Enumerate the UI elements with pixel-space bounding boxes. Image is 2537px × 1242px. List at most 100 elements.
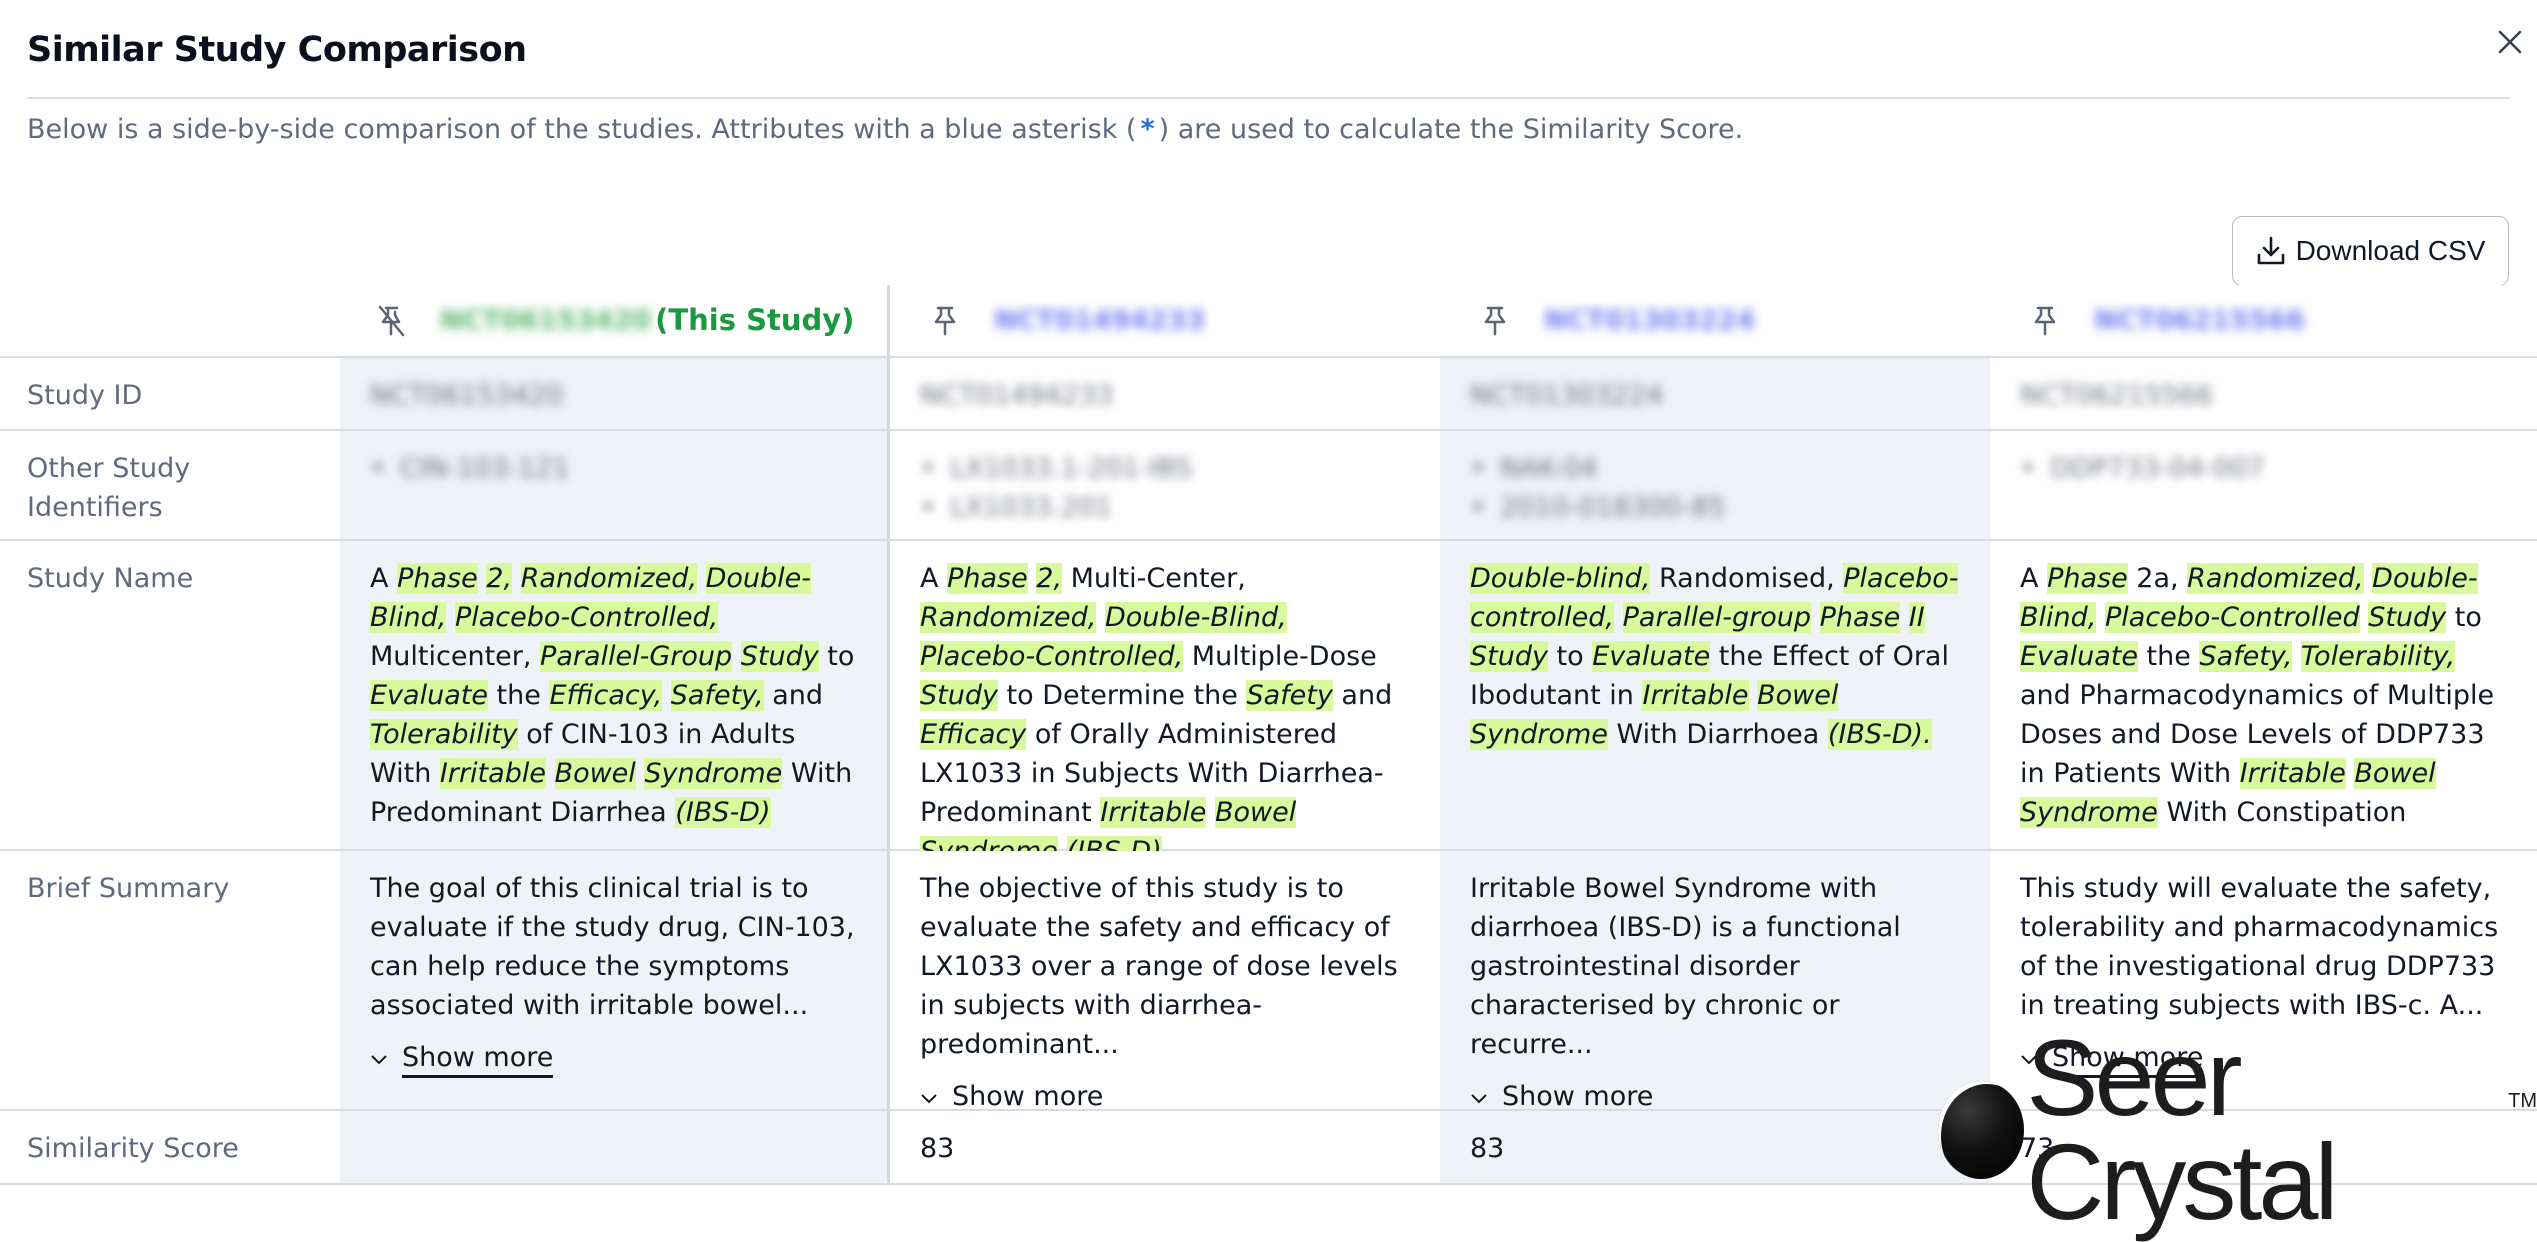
table-row-brief-summary: Brief Summary The goal of this clinical … bbox=[0, 851, 2537, 1117]
column-study-link[interactable]: NCT06153420 bbox=[440, 301, 651, 340]
other-ids-cell: DDP733-04-007 bbox=[1990, 431, 2537, 539]
matched-keyword: Phase bbox=[1819, 602, 1901, 633]
chevron-down-icon bbox=[371, 1054, 387, 1064]
subtitle-text-before: Below is a side-by-side comparison of th… bbox=[27, 114, 1137, 145]
study-id-cell: NCT01494233 bbox=[890, 358, 1440, 429]
text-segment bbox=[512, 563, 521, 594]
brief-summary-text: The objective of this study is to evalua… bbox=[920, 873, 1398, 1060]
download-csv-button[interactable]: Download CSV bbox=[2232, 216, 2509, 286]
text-segment bbox=[2360, 602, 2369, 633]
text-segment: A bbox=[370, 563, 398, 594]
text-segment bbox=[662, 680, 671, 711]
matched-keyword: Irritable bbox=[1100, 797, 1207, 828]
study-name-cell: A Phase 2, Multi-Center, Randomized, Dou… bbox=[890, 541, 1440, 867]
text-segment: to bbox=[818, 641, 855, 672]
text-segment bbox=[2364, 563, 2373, 594]
download-csv-label: Download CSV bbox=[2295, 235, 2486, 266]
study-name-cell: A Phase 2, Randomized, Double-Blind, Pla… bbox=[340, 541, 890, 849]
text-segment: Multicenter, bbox=[370, 641, 541, 672]
matched-keyword: Study bbox=[1470, 641, 1548, 672]
text-segment: Multiple-Dose bbox=[1183, 641, 1377, 672]
text-segment: to bbox=[2446, 602, 2482, 633]
pin-icon[interactable] bbox=[1480, 304, 1510, 338]
text-segment bbox=[446, 602, 455, 633]
text-segment: A bbox=[920, 563, 948, 594]
pin-icon[interactable] bbox=[930, 304, 960, 338]
other-id-item: DDP733-04-007 bbox=[2020, 449, 2507, 488]
other-ids-cell: LX1033.1-201-IBSLX1033.201 bbox=[890, 431, 1440, 539]
text-segment bbox=[1096, 602, 1105, 633]
column-header: NCT06215566 bbox=[1990, 285, 2537, 356]
other-id-item: CIN-103-121 bbox=[370, 449, 857, 488]
brief-summary-cell: This study will evaluate the safety, tol… bbox=[1990, 851, 2537, 1109]
column-header-this-study: NCT06153420 (This Study) bbox=[340, 285, 890, 356]
brief-summary-cell: Irritable Bowel Syndrome with diarrhoea … bbox=[1440, 851, 1990, 1117]
matched-keyword: Placebo-Controlled, bbox=[454, 602, 719, 633]
study-name-cell: A Phase 2a, Randomized, Double-Blind, Pl… bbox=[1990, 541, 2537, 849]
text-segment bbox=[1028, 563, 1037, 594]
text-segment bbox=[1749, 680, 1758, 711]
matched-keyword: 2, bbox=[486, 563, 513, 594]
matched-keyword: Safety, bbox=[670, 680, 764, 711]
brief-summary-cell: The objective of this study is to evalua… bbox=[890, 851, 1440, 1117]
table-row-study-id: Study ID NCT06153420 NCT01494233 NCT0130… bbox=[0, 358, 2537, 431]
other-ids-list: DDP733-04-007 bbox=[2020, 449, 2507, 488]
study-id-cell: NCT01303224 bbox=[1440, 358, 1990, 429]
study-name-text: Double-blind, Randomised, Placebo-contro… bbox=[1470, 559, 1960, 754]
column-study-link[interactable]: NCT01303224 bbox=[1544, 301, 1755, 340]
matched-keyword: Parallel-group bbox=[1622, 602, 1811, 633]
pin-icon[interactable] bbox=[2030, 304, 2060, 338]
similarity-score-cell: 73 bbox=[1990, 1111, 2537, 1183]
header-spacer bbox=[0, 285, 340, 356]
row-label: Other Study Identifiers bbox=[27, 453, 191, 523]
modal-subtitle: Below is a side-by-side comparison of th… bbox=[27, 114, 1743, 145]
matched-keyword: Syndrome bbox=[1470, 719, 1608, 750]
matched-keyword: Bowel bbox=[554, 758, 636, 789]
text-segment: With Constipation bbox=[2157, 797, 2407, 828]
matched-keyword: Evaluate bbox=[370, 680, 488, 711]
text-segment bbox=[2292, 641, 2301, 672]
row-label: Similarity Score bbox=[27, 1133, 239, 1164]
matched-keyword: Irritable bbox=[439, 758, 546, 789]
unpin-icon[interactable] bbox=[376, 304, 406, 338]
download-icon bbox=[2257, 236, 2284, 265]
blue-asterisk-icon: * bbox=[1140, 114, 1155, 145]
text-segment: the bbox=[2137, 641, 2200, 672]
study-id-value: NCT06215566 bbox=[2020, 380, 2213, 411]
other-ids-list: LX1033.1-201-IBSLX1033.201 bbox=[920, 449, 1410, 527]
text-segment: 2a, bbox=[2127, 563, 2188, 594]
matched-keyword: Double-blind, bbox=[1470, 563, 1651, 594]
matched-keyword: Study bbox=[920, 680, 998, 711]
show-more-label: Show more bbox=[2052, 1041, 2204, 1078]
column-header: NCT01303224 bbox=[1440, 285, 1990, 356]
study-id-value: NCT01303224 bbox=[1470, 380, 1663, 411]
other-id-item: LX1033.1-201-IBS bbox=[920, 449, 1410, 488]
matched-keyword: Evaluate bbox=[1592, 641, 1711, 672]
column-study-link[interactable]: NCT01494233 bbox=[994, 301, 1205, 340]
column-study-link[interactable]: NCT06215566 bbox=[2094, 301, 2305, 340]
show-more-button[interactable]: Show more bbox=[370, 1041, 554, 1078]
brief-summary-cell: The goal of this clinical trial is to ev… bbox=[340, 851, 890, 1109]
close-button[interactable] bbox=[2492, 24, 2528, 60]
text-segment: Multi-Center, bbox=[1062, 563, 1246, 594]
matched-keyword: Phase bbox=[947, 563, 1028, 594]
text-segment bbox=[1811, 602, 1820, 633]
row-label: Study Name bbox=[27, 563, 194, 594]
matched-keyword: Safety, bbox=[2199, 641, 2293, 672]
matched-keyword: Randomized, bbox=[920, 602, 1097, 633]
matched-keyword: Bowel bbox=[1214, 797, 1297, 828]
show-more-button[interactable]: Show more bbox=[2020, 1041, 2204, 1078]
text-segment: to bbox=[1547, 641, 1593, 672]
text-segment: and bbox=[1332, 680, 1393, 711]
matched-keyword: Randomized, bbox=[520, 563, 698, 594]
text-segment bbox=[1614, 602, 1623, 633]
chevron-down-icon bbox=[2021, 1054, 2037, 1064]
row-label: Brief Summary bbox=[27, 873, 230, 904]
matched-keyword: Safety bbox=[1246, 680, 1333, 711]
title-divider bbox=[27, 97, 2510, 99]
study-id-value: NCT06153420 bbox=[370, 380, 563, 411]
matched-keyword: Phase bbox=[397, 563, 478, 594]
matched-keyword: Tolerability bbox=[370, 719, 518, 750]
text-segment bbox=[546, 758, 555, 789]
study-name-text: A Phase 2a, Randomized, Double-Blind, Pl… bbox=[2020, 559, 2507, 832]
